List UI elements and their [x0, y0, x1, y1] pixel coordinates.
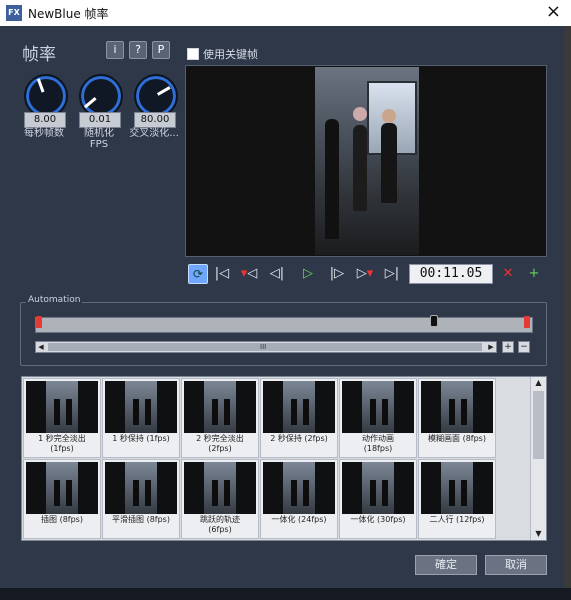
help-button[interactable]: ? — [129, 41, 147, 59]
close-icon[interactable]: × — [546, 2, 561, 22]
playhead-marker[interactable] — [430, 315, 438, 327]
preset-label: 跳跃的轨迹 (6fps) — [200, 515, 240, 534]
previous-keyframe-icon[interactable]: ▾◁ — [238, 264, 260, 284]
presets-scrollbar[interactable]: ▲ ▼ — [530, 377, 546, 540]
preset-label: 1 秒完全淡出 (1fps) — [38, 434, 86, 453]
preset-label: 2 秒完全淡出 (2fps) — [196, 434, 244, 453]
step-back-icon[interactable]: ◁| — [268, 264, 286, 284]
app-icon: FX — [6, 5, 22, 21]
video-preview — [185, 65, 547, 257]
preset-label: 2 秒保持 (2fps) — [270, 434, 328, 443]
zoom-out-button[interactable]: − — [518, 341, 530, 353]
preview-frame-image — [315, 67, 419, 255]
crossfade-value[interactable]: 80.00 — [134, 112, 176, 128]
preset-thumbnail — [105, 381, 177, 433]
preset-item[interactable]: 2 秒完全淡出 (2fps) — [181, 378, 259, 458]
scroll-left-icon[interactable]: ◀ — [36, 342, 46, 352]
zoom-in-button[interactable]: + — [502, 341, 514, 353]
preset-button[interactable]: P — [152, 41, 170, 59]
automation-scrollbar[interactable]: ◀ III ▶ — [35, 341, 497, 353]
preset-thumbnail — [263, 462, 335, 514]
automation-panel: Automation ◀ III ▶ + − — [20, 295, 547, 366]
ok-button[interactable]: 確定 — [415, 555, 477, 575]
scroll-grip: III — [260, 343, 267, 351]
randomize-fps-value[interactable]: 0.01 — [79, 112, 121, 128]
remove-keyframe-icon[interactable]: ✕ — [500, 264, 516, 284]
preset-thumbnail — [342, 462, 414, 514]
scroll-thumb[interactable] — [533, 391, 544, 459]
preset-label: 一体化 (24fps) — [271, 515, 327, 524]
crossfade-label: 交叉淡化... — [129, 128, 179, 139]
preset-thumbnail — [263, 381, 335, 433]
preset-label: 1 秒保持 (1fps) — [112, 434, 170, 443]
next-keyframe-icon[interactable]: ▷▾ — [354, 264, 376, 284]
automation-track[interactable] — [35, 315, 533, 333]
preset-thumbnail — [26, 462, 98, 514]
preset-item[interactable]: 一体化 (30fps) — [339, 459, 417, 539]
automation-legend: Automation — [26, 295, 83, 305]
background-strip — [0, 588, 571, 600]
checkbox-box[interactable] — [187, 48, 199, 60]
preset-item[interactable]: 动作动画 (18fps) — [339, 378, 417, 458]
timecode-display[interactable]: 00:11.05 — [409, 264, 493, 284]
go-to-end-icon[interactable]: ▷| — [384, 264, 400, 284]
preset-item[interactable]: 模糊画面 (8fps) — [418, 378, 496, 458]
fps-value[interactable]: 8.00 — [24, 112, 66, 128]
presets-gallery: 1 秒完全淡出 (1fps) 1 秒保持 (1fps) 2 秒完全淡出 (2fp… — [21, 376, 547, 541]
preset-thumbnail — [26, 381, 98, 433]
preset-item[interactable]: 2 秒保持 (2fps) — [260, 378, 338, 458]
keyframe-marker[interactable] — [524, 316, 530, 328]
preset-label: 一体化 (30fps) — [350, 515, 406, 524]
effect-title: 帧率 — [22, 45, 56, 65]
preset-label: 平滑插图 (8fps) — [112, 515, 170, 524]
preset-label: 二人行 (12fps) — [429, 515, 485, 524]
scroll-down-icon[interactable]: ▼ — [531, 528, 546, 540]
scroll-up-icon[interactable]: ▲ — [531, 377, 546, 389]
preset-thumbnail — [342, 381, 414, 433]
preset-item[interactable]: 平滑插图 (8fps) — [102, 459, 180, 539]
step-forward-icon[interactable]: |▷ — [328, 264, 346, 284]
use-keyframes-checkbox[interactable]: 使用关键帧 — [187, 46, 258, 62]
loop-icon[interactable]: ⟳ — [188, 264, 208, 284]
preset-thumbnail — [184, 462, 256, 514]
preset-item[interactable]: 跳跃的轨迹 (6fps) — [181, 459, 259, 539]
preset-item[interactable]: 插图 (8fps) — [23, 459, 101, 539]
preset-thumbnail — [184, 381, 256, 433]
play-icon[interactable]: ▷ — [300, 264, 316, 284]
transport-controls: ⟳ |◁ ▾◁ ◁| ▷ |▷ ▷▾ ▷| 00:11.05 ✕ + — [186, 264, 546, 286]
cancel-button[interactable]: 取消 — [485, 555, 547, 575]
scroll-right-icon[interactable]: ▶ — [486, 342, 496, 352]
preset-thumbnail — [421, 462, 493, 514]
add-keyframe-icon[interactable]: + — [526, 264, 542, 284]
preset-item[interactable]: 一体化 (24fps) — [260, 459, 338, 539]
preset-item[interactable]: 1 秒完全淡出 (1fps) — [23, 378, 101, 458]
window-title: NewBlue 帧率 — [28, 7, 109, 21]
preset-item[interactable]: 1 秒保持 (1fps) — [102, 378, 180, 458]
preset-thumbnail — [105, 462, 177, 514]
title-bar: FX NewBlue 帧率 × — [0, 0, 571, 27]
dialog-window: FX NewBlue 帧率 × 帧率 i ? P 8.00 0.01 80.00… — [0, 0, 571, 600]
preset-label: 插图 (8fps) — [41, 515, 83, 524]
keyframe-marker[interactable] — [36, 316, 42, 328]
use-keyframes-label: 使用关键帧 — [203, 48, 258, 61]
background-strip — [564, 26, 571, 600]
info-button[interactable]: i — [106, 41, 124, 59]
preset-thumbnail — [421, 381, 493, 433]
preset-label: 模糊画面 (8fps) — [428, 434, 486, 443]
preset-item[interactable]: 二人行 (12fps) — [418, 459, 496, 539]
preset-label: 动作动画 (18fps) — [362, 434, 394, 453]
go-to-start-icon[interactable]: |◁ — [214, 264, 230, 284]
